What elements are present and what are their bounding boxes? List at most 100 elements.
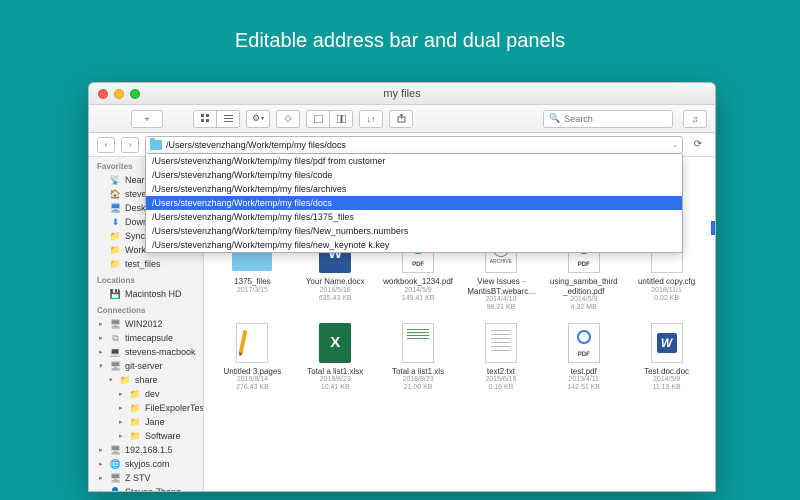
sidebar-item-icon: 📁	[130, 389, 141, 400]
sidebar-item-icon: 📁	[110, 259, 121, 270]
reload-button[interactable]: ⟳	[689, 137, 707, 153]
view-list-button[interactable]	[216, 110, 240, 128]
file-item[interactable]: Untitled 3.pages2016/9/14276.43 KB	[212, 319, 293, 395]
address-suggestion[interactable]: /Users/stevenzhang/Work/temp/my files/ne…	[146, 238, 682, 252]
sidebar-item[interactable]: ▸👤Steven Zhang	[89, 485, 203, 491]
search-box[interactable]: 🔍	[543, 110, 673, 128]
file-item[interactable]: text2.txt2015/6/160.16 KB	[461, 319, 542, 395]
minimize-button[interactable]	[114, 89, 124, 99]
address-suggestion[interactable]: /Users/stevenzhang/Work/temp/my files/pd…	[146, 154, 682, 168]
disclosure-icon[interactable]: ▸	[99, 488, 106, 491]
address-dropdown: /Users/stevenzhang/Work/temp/my files/pd…	[145, 154, 683, 253]
sidebar-item-label: skyjos.com	[125, 459, 170, 469]
sidebar-item[interactable]: ▸🖥192.168.1.5	[89, 443, 203, 457]
file-item[interactable]: WTest doc.doc2014/5/911.13 KB	[626, 319, 707, 395]
word-icon: W	[645, 321, 689, 365]
sidebar-item-icon: 📁	[130, 431, 141, 442]
disclosure-icon[interactable]: ▸	[119, 404, 126, 412]
disclosure-icon[interactable]: ▸	[119, 390, 126, 398]
disclosure-icon[interactable]: ▸	[119, 418, 126, 426]
sidebar-item-icon: ⬇︎	[110, 217, 121, 228]
disclosure-icon[interactable]: ▸	[99, 446, 106, 454]
sidebar-item-label: WIN2012	[125, 319, 163, 329]
sidebar-item[interactable]: ▸📁FileExpolerTestFiles	[89, 401, 203, 415]
address-bar[interactable]: ⌄	[145, 136, 683, 154]
address-suggestion[interactable]: /Users/stevenzhang/Work/temp/my files/do…	[146, 196, 682, 210]
sidebar-item[interactable]: ▸📁dev	[89, 387, 203, 401]
address-suggestion[interactable]: /Users/stevenzhang/Work/temp/my files/co…	[146, 168, 682, 182]
dual-panel-button[interactable]	[329, 110, 353, 128]
back-button[interactable]: ‹	[97, 137, 115, 153]
sidebar-item[interactable]: 💾 Macintosh HD	[89, 287, 203, 301]
panel-group	[306, 110, 353, 128]
sidebar-item-label: timecapsule	[125, 333, 173, 343]
action-button[interactable]: ◇	[276, 110, 300, 128]
file-date: 2015/6/16	[485, 376, 516, 384]
dropdown-icon[interactable]: ⌄	[672, 141, 678, 149]
toolbar: + ⚙▾ ◇ ↓↑ 🔍 ♫	[89, 105, 715, 133]
file-date: 2017/3/15	[237, 287, 268, 295]
sidebar-item-icon: 💾	[110, 289, 121, 300]
disclosure-icon[interactable]: ▸	[99, 460, 106, 468]
file-name: 1375_files	[234, 277, 270, 286]
zoom-button[interactable]	[130, 89, 140, 99]
sidebar-item[interactable]: ▸🖥WIN2012	[89, 317, 203, 331]
sidebar-item[interactable]: ▸📁Jane	[89, 415, 203, 429]
sidebar-item-icon: 📁	[110, 245, 121, 256]
address-input[interactable]	[166, 140, 668, 150]
sidebar-item[interactable]: ▸💻stevens-macbook	[89, 345, 203, 359]
sidebar-item-icon: 🖥	[110, 445, 121, 456]
settings-button[interactable]: ⚙▾	[246, 110, 270, 128]
file-name: Total a list1.xlsx	[307, 367, 363, 376]
disclosure-icon[interactable]: ▾	[99, 362, 106, 370]
single-panel-button[interactable]	[306, 110, 330, 128]
sidebar-item-label: Macintosh HD	[125, 289, 182, 299]
disclosure-icon[interactable]: ▸	[99, 334, 106, 342]
folder-icon	[150, 140, 162, 150]
sidebar-item[interactable]: ▾🖥git-server	[89, 359, 203, 373]
view-mode-group	[193, 110, 240, 128]
sidebar-item[interactable]: ▸ ⧉ timecapsule	[89, 331, 203, 345]
search-input[interactable]	[564, 114, 667, 124]
sidebar-item[interactable]: ▾📁share	[89, 373, 203, 387]
view-icons-button[interactable]	[193, 110, 217, 128]
sidebar-item[interactable]: ▸ 📁 Software	[89, 429, 203, 443]
sidebar-item-icon: ⧉	[110, 333, 121, 344]
file-size: 0.16 KB	[488, 384, 513, 392]
music-button[interactable]: ♫	[683, 110, 707, 128]
share-button[interactable]	[389, 110, 413, 128]
file-date: 2018/11/1	[651, 287, 682, 295]
file-size: 98.21 KB	[487, 304, 516, 312]
sidebar-item-label: test_files	[125, 259, 161, 269]
pdf2-icon: PDF	[562, 321, 606, 365]
sidebar-item-icon: 📡	[110, 175, 121, 186]
sidebar-item[interactable]: ▸ 🌐 skyjos.com	[89, 457, 203, 471]
add-button[interactable]: +	[131, 110, 163, 128]
disclosure-icon[interactable]: ▸	[99, 320, 106, 328]
file-item[interactable]: Total a list1.xls2018/8/2321.00 KB	[378, 319, 459, 395]
sort-button[interactable]: ↓↑	[359, 110, 383, 128]
file-date: 2013/4/11	[568, 376, 599, 384]
sidebar-item-label: stevens-macbook	[125, 347, 196, 357]
file-name: test.pdf	[571, 367, 597, 376]
disclosure-icon[interactable]: ▸	[119, 432, 126, 440]
gear-icon: ⚙	[252, 113, 260, 124]
tagline: Editable address bar and dual panels	[0, 0, 800, 73]
disclosure-icon[interactable]: ▸	[99, 474, 106, 482]
file-item[interactable]: XTotal a list1.xlsx2018/8/2310.41 KB	[295, 319, 376, 395]
sidebar-item-label: Software	[145, 431, 181, 441]
file-item[interactable]: PDFtest.pdf2013/4/11142.51 KB	[543, 319, 624, 395]
sidebar-item-icon: 🌐	[110, 459, 121, 470]
file-date: 2014/5/9	[404, 287, 431, 295]
forward-button[interactable]: ›	[121, 137, 139, 153]
sidebar-item[interactable]: 📁 test_files	[89, 257, 203, 271]
disclosure-icon[interactable]: ▾	[109, 376, 116, 384]
close-button[interactable]	[98, 89, 108, 99]
disclosure-icon[interactable]: ▸	[99, 348, 106, 356]
address-suggestion[interactable]: /Users/stevenzhang/Work/temp/my files/ar…	[146, 182, 682, 196]
address-suggestion[interactable]: /Users/stevenzhang/Work/temp/my files/13…	[146, 210, 682, 224]
sidebar-item[interactable]: ▸🖥Z STV	[89, 471, 203, 485]
sidebar-header: Locations	[89, 271, 203, 287]
address-suggestion[interactable]: /Users/stevenzhang/Work/temp/my files/Ne…	[146, 224, 682, 238]
file-size: 635.43 KB	[319, 295, 352, 303]
